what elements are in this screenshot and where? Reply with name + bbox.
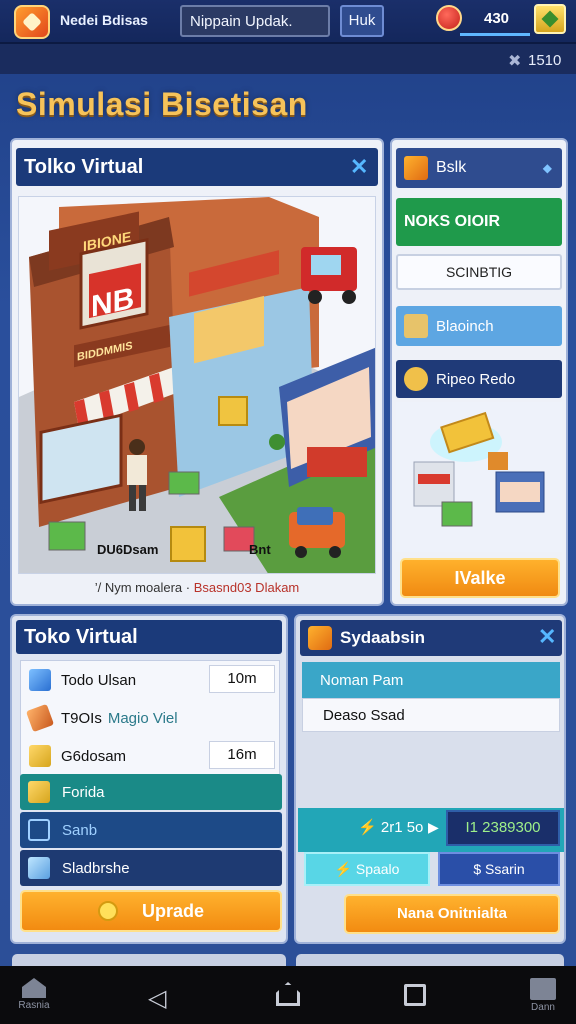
coin-stack-icon (404, 367, 428, 391)
item-highlight: Magio Viel (107, 709, 178, 727)
scene-label-right: Bnt (249, 542, 271, 557)
side-action-button[interactable]: Nana Onitnialta (344, 894, 560, 934)
item-value: 10m (209, 665, 275, 693)
store-panel-title: Tolko Virtual (24, 155, 144, 178)
crystal-icon (28, 857, 50, 879)
bread-icon (25, 703, 55, 733)
store-panel-header: Tolko Virtual (16, 148, 378, 186)
coin-count: 430 (484, 10, 510, 27)
caption-right: Bsasnd03 Dlakam (193, 580, 300, 595)
caption-left: ’/ Nym moalera (94, 580, 183, 595)
recipe-header[interactable]: Ripeo Redo (396, 360, 562, 398)
sell-button[interactable]: $ Ssarin (438, 852, 560, 886)
box-icon (29, 745, 51, 767)
category-label: Sanb (62, 821, 98, 839)
nav-store-label: Dann (531, 1002, 555, 1013)
list-item[interactable]: T9OIs Magio Viel (25, 701, 277, 735)
upgrade-button[interactable]: Uprade (20, 890, 282, 932)
blue-option-label: Blaoinch (436, 317, 494, 335)
shop-button[interactable] (534, 4, 566, 34)
category-sladbrshe[interactable]: Sladbrshe (20, 850, 282, 886)
gem-icon (541, 10, 559, 28)
app-logo-icon[interactable] (14, 5, 50, 39)
store-panel: Tolko Virtual ✕ NB IBIONE BIDDMMIS DU6Ds… (10, 138, 384, 606)
resource-counter: 1510 (528, 52, 562, 69)
category-forida[interactable]: Forida (20, 774, 282, 810)
tag-icon (28, 819, 50, 841)
stat-time: ⚡ 2r1 5o (358, 819, 424, 836)
store-icon (530, 978, 556, 1000)
list-item[interactable]: Todo Ulsan 10m (25, 663, 277, 697)
side-panel-header: Sydaabsin (300, 620, 562, 656)
make-button[interactable]: IValke (400, 558, 560, 598)
side-panel: Sydaabsin ✕ Noman Pam Deaso Ssad ⚡ 2r1 5… (294, 614, 566, 944)
gear-icon[interactable]: ✖ (508, 51, 521, 71)
diamond-icon: ◆ (542, 161, 552, 175)
close-icon[interactable]: ✕ (538, 624, 556, 650)
stat-total: I1 2389300 (446, 810, 560, 846)
nav-home[interactable]: Rasnia (14, 978, 54, 1011)
coin-progress-bar (460, 33, 530, 36)
recents-icon[interactable] (404, 984, 426, 1006)
coin-icon (436, 5, 462, 31)
category-sanb[interactable]: Sanb (20, 812, 282, 848)
recipe-label: Ripeo Redo (436, 370, 516, 388)
sub-bar (0, 44, 576, 74)
cube-icon (29, 669, 51, 691)
home-icon (22, 978, 46, 998)
store-caption: ’/ Nym moalera · Bsasnd03 Dlakam (18, 580, 376, 595)
item-label: G6dosam (61, 747, 127, 765)
inventory-header: Toko Virtual (16, 620, 282, 654)
recipe-illustration (396, 402, 562, 552)
speed-button[interactable]: ⚡ Spaalo (304, 852, 430, 886)
back-icon[interactable]: ◁ (148, 984, 166, 1013)
play-icon[interactable]: ▶ (428, 819, 439, 836)
category-label: Sladbrshe (62, 859, 130, 877)
upgrade-coin-icon (97, 901, 118, 921)
search-input[interactable]: Nippain Updak. (180, 5, 330, 37)
item-value: 16m (209, 741, 275, 769)
white-option-button[interactable]: SCINBTIG (396, 254, 562, 290)
list-item[interactable]: G6dosam 16m (25, 739, 277, 773)
close-icon[interactable]: ✕ (350, 154, 368, 180)
item-label: Todo Ulsan (61, 671, 137, 689)
nav-store[interactable]: Dann (522, 978, 564, 1013)
crate-icon (404, 156, 428, 180)
scene-label-left: DU6Dsam (97, 542, 158, 557)
page-title: Simulasi Bisetisan (16, 86, 308, 122)
crate-icon (308, 626, 332, 650)
inventory-list: Todo Ulsan 10m T9OIs Magio Viel G6dosam … (20, 660, 280, 778)
app-name: Nedei Bdisas (60, 12, 148, 28)
side-panel-title: Sydaabsin (340, 628, 426, 647)
store-illustration: NB IBIONE BIDDMMIS DU6Dsam Bnt (19, 197, 375, 573)
nav-home-label: Rasnia (18, 1000, 50, 1011)
caption-separator: · (185, 580, 191, 595)
store-scene[interactable]: NB IBIONE BIDDMMIS DU6Dsam Bnt (18, 196, 376, 574)
side-option-1[interactable]: Noman Pam (302, 662, 560, 698)
side-option-2[interactable]: Deaso Ssad (302, 698, 560, 732)
box-icon (28, 781, 50, 803)
hub-button[interactable]: Huk (340, 5, 384, 37)
green-option-button[interactable]: NOKS OIOIR (396, 198, 562, 246)
inventory-panel: Toko Virtual Todo Ulsan 10m T9OIs Magio … (10, 614, 288, 944)
bulk-label: Bslk (436, 159, 467, 176)
bulk-header[interactable]: Bslk ◆ (396, 148, 562, 188)
right-column-panel: Bslk ◆ NOKS OIOIR SCINBTIG Blaoinch Ripe… (390, 138, 568, 606)
upgrade-label: Uprade (141, 900, 204, 921)
item-label: T9OIs (61, 709, 102, 727)
book-icon (404, 314, 428, 338)
inventory-title: Toko Virtual (24, 625, 138, 648)
category-label: Forida (62, 783, 105, 801)
blue-option-button[interactable]: Blaoinch (396, 306, 562, 346)
